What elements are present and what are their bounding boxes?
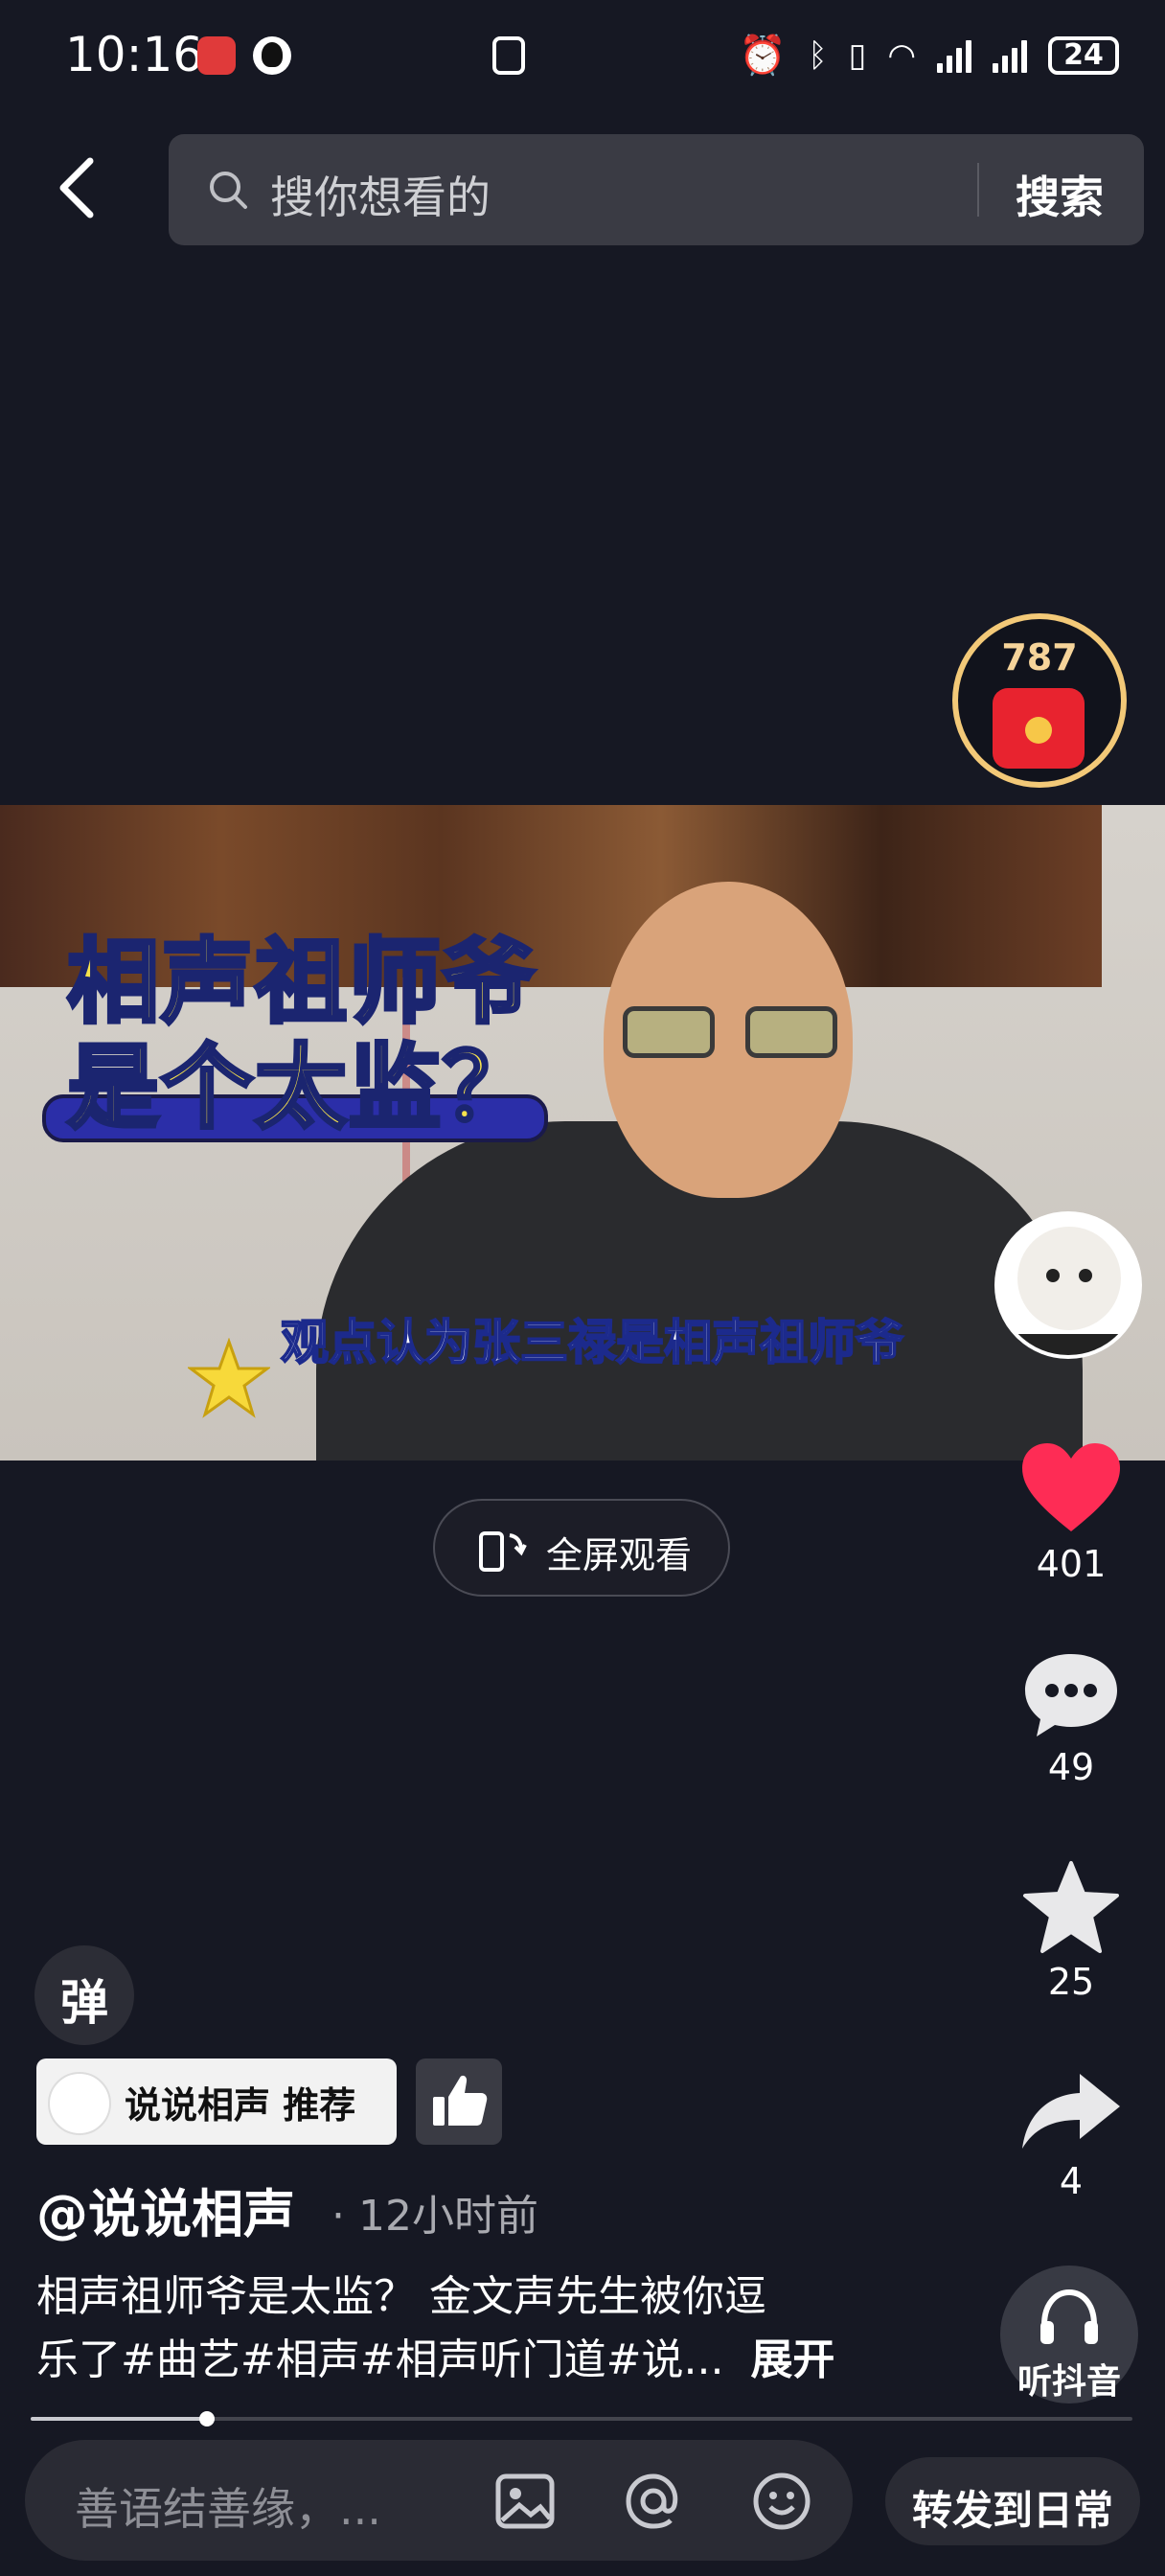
search-divider — [977, 163, 979, 217]
description-line2-text: 乐了#曲艺#相声#相声听门道#说... — [36, 2335, 724, 2384]
qq-icon — [253, 36, 291, 75]
at-mention-icon[interactable] — [621, 2469, 686, 2534]
recommend-label: 说说相声 推荐 — [125, 2084, 356, 2127]
share-arrow-icon — [1022, 2074, 1120, 2149]
video-title-line1: 相声祖师爷 — [65, 928, 537, 1037]
video-progress-bar[interactable] — [31, 2411, 1132, 2426]
comment-input[interactable]: 善语结善缘，... — [25, 2440, 853, 2561]
nfc-icon — [492, 36, 525, 75]
heart-icon — [1022, 1443, 1120, 1531]
like-count: 401 — [1036, 1543, 1107, 1585]
red-packet-widget[interactable]: 787 — [952, 613, 1127, 788]
video-title-overlay: 相声祖师爷 是个太监？ — [65, 928, 537, 1142]
thumbs-up-icon — [433, 2075, 488, 2126]
progress-fill — [31, 2417, 207, 2421]
red-packet-icon — [993, 688, 1085, 769]
status-time: 10:16 — [65, 27, 204, 82]
progress-handle[interactable] — [199, 2411, 215, 2426]
author-name[interactable]: @说说相声 — [36, 2172, 295, 2247]
signal-icon — [937, 38, 971, 73]
comment-button[interactable]: 49 — [1004, 1650, 1138, 1788]
post-time: · 12小时前 — [331, 2192, 538, 2241]
alarm-icon: ⏰ — [739, 34, 788, 78]
comment-icon — [1025, 1654, 1117, 1736]
share-count: 4 — [1059, 2160, 1084, 2202]
emoji-icon[interactable] — [749, 2469, 814, 2534]
favorite-count: 25 — [1047, 1961, 1095, 2003]
vibrate-icon: ▯ — [848, 35, 867, 75]
thumbs-up-button[interactable] — [416, 2058, 502, 2145]
search-bar[interactable]: 搜你想看的 搜索 — [169, 134, 1144, 245]
comment-count: 49 — [1047, 1746, 1095, 1788]
glasses — [623, 1006, 845, 1060]
avatar-face — [1017, 1227, 1121, 1330]
listen-label: 听抖音 — [1017, 2362, 1121, 2402]
rotate-screen-icon — [479, 1531, 527, 1572]
repost-to-daily-button[interactable]: 转发到日常 — [885, 2457, 1140, 2545]
back-button[interactable] — [48, 153, 109, 222]
chevron-left-icon — [59, 157, 94, 218]
bluetooth-icon: ᛒ — [808, 35, 828, 75]
star-icon — [1023, 1861, 1119, 1953]
description-line2: 乐了#曲艺#相声#相声听门道#说... 展开 — [36, 2325, 834, 2386]
status-bar: 10:16 ⏰ ᛒ ▯ ◠ 24 — [0, 0, 1165, 115]
comment-placeholder[interactable]: 善语结善缘，... — [75, 2474, 381, 2538]
headphones-icon — [1040, 2288, 1098, 2344]
search-button[interactable]: 搜索 — [1016, 163, 1104, 226]
star-sticker-icon — [188, 1338, 270, 1418]
repost-label: 转发到日常 — [911, 2487, 1113, 2534]
video-player[interactable]: 相声祖师爷 是个太监？ 观点认为张三禄是相声祖师爷 — [0, 805, 1165, 1460]
status-icons: ⏰ ᛒ ▯ ◠ 24 — [739, 33, 1119, 78]
description-line1: 相声祖师爷是太监？ 金文声先生被你逗 — [36, 2272, 766, 2321]
recommend-avatar — [48, 2072, 111, 2135]
red-packet-count: 787 — [1001, 636, 1078, 678]
signal-icon — [993, 38, 1027, 73]
creator-avatar[interactable] — [994, 1211, 1142, 1359]
danmaku-toggle[interactable]: 弹 — [34, 1945, 134, 2045]
recommend-tag[interactable]: 说说相声 推荐 — [36, 2058, 397, 2145]
wifi-icon: ◠ — [887, 35, 916, 75]
image-icon[interactable] — [492, 2469, 558, 2534]
huawei-store-icon — [197, 36, 236, 75]
video-title-line2: 是个太监？ — [65, 1033, 537, 1142]
like-button[interactable]: 401 — [1004, 1441, 1138, 1585]
fullscreen-label: 全屏观看 — [546, 1534, 693, 1576]
share-button[interactable]: 4 — [1004, 2068, 1138, 2202]
search-input[interactable]: 搜你想看的 — [270, 163, 491, 226]
danmaku-label: 弹 — [60, 1975, 108, 2031]
battery-icon: 24 — [1048, 35, 1119, 75]
fullscreen-button[interactable]: 全屏观看 — [433, 1499, 730, 1597]
video-subtitle: 观点认为张三禄是相声祖师爷 — [280, 1314, 904, 1371]
favorite-button[interactable]: 25 — [1004, 1859, 1138, 2003]
expand-button[interactable]: 展开 — [750, 2335, 834, 2384]
listen-button[interactable]: 听抖音 — [1000, 2266, 1138, 2404]
search-icon — [210, 172, 247, 209]
